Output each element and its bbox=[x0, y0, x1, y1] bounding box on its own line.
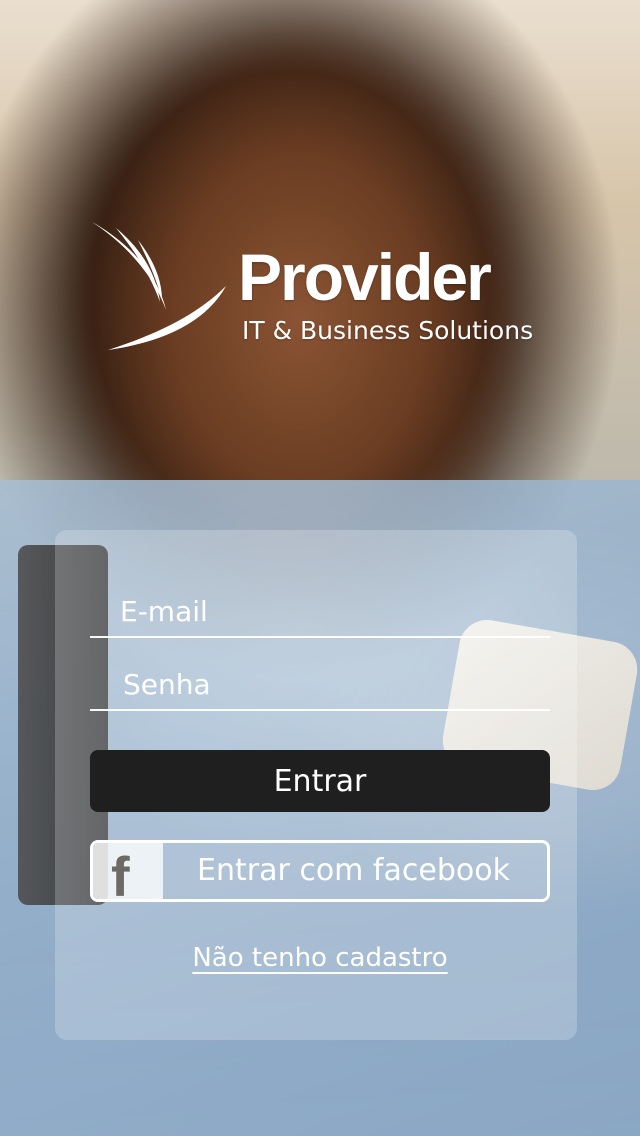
swoosh-logo-icon bbox=[92, 222, 226, 350]
email-field-container bbox=[90, 586, 550, 638]
login-button[interactable]: Entrar bbox=[90, 750, 550, 812]
facebook-button-label: Entrar com facebook bbox=[197, 853, 510, 888]
facebook-login-button[interactable]: f Entrar com facebook bbox=[90, 840, 550, 902]
facebook-icon: f bbox=[111, 845, 130, 902]
brand-tagline: IT & Business Solutions bbox=[242, 316, 534, 345]
password-field[interactable] bbox=[90, 659, 550, 709]
email-field[interactable] bbox=[90, 586, 550, 636]
brand-logo: Provider IT & Business Solutions bbox=[88, 214, 558, 364]
facebook-icon-container: f bbox=[93, 843, 163, 899]
register-link[interactable]: Não tenho cadastro bbox=[0, 942, 640, 976]
brand-name: Provider bbox=[238, 240, 492, 314]
password-field-container bbox=[90, 659, 550, 711]
